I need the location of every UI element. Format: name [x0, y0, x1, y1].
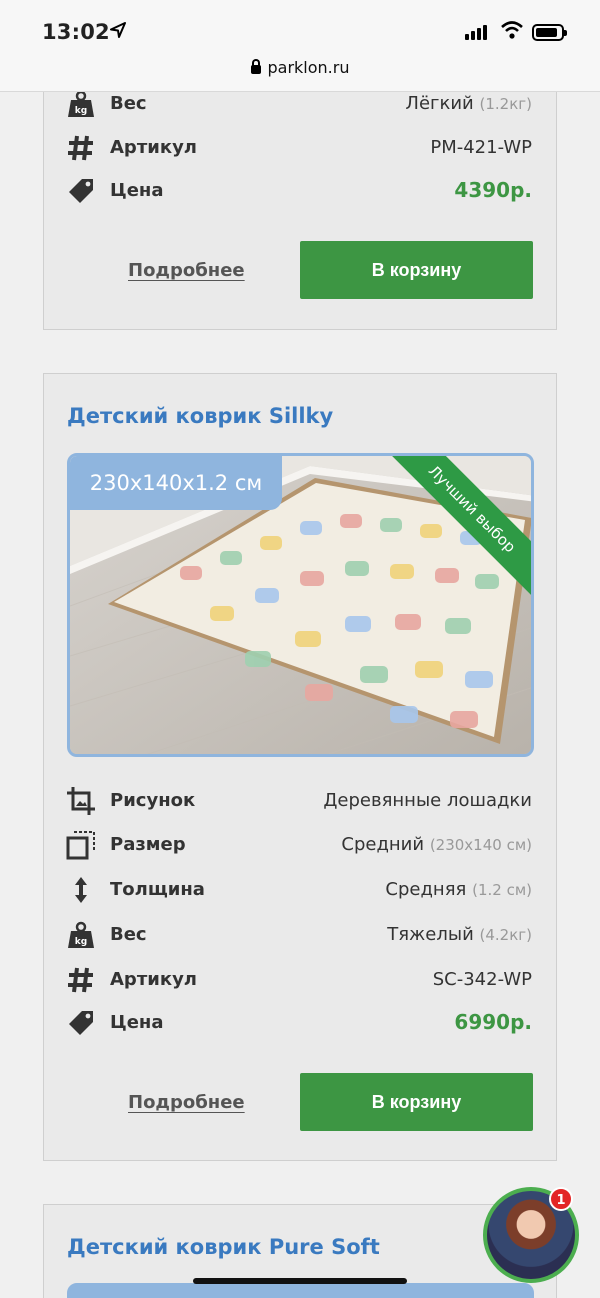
spec-row-size: Размер Средний (230x140 см): [66, 830, 532, 860]
product-title[interactable]: Детский коврик Sillky: [67, 404, 333, 428]
product-card: Детский коврик Sillky 230x140x1.2 см Луч…: [43, 373, 557, 1161]
url-text: parklon.ru: [267, 58, 350, 77]
wifi-icon: [501, 21, 523, 39]
spec-row-price: Цена 6990р.: [66, 1008, 532, 1038]
size-badge: 230x140x1.2 см: [70, 456, 282, 510]
spec-row-thickness: Толщина Средняя (1.2 см): [66, 875, 532, 905]
svg-text:kg: kg: [75, 106, 87, 116]
spec-row-price: Цена 4390р.: [66, 176, 532, 206]
price-tag-icon: [69, 179, 93, 203]
product-title[interactable]: Детский коврик Pure Soft: [67, 1235, 380, 1259]
thickness-arrows-icon: [75, 877, 87, 903]
weight-icon: kg: [68, 921, 94, 948]
hash-icon: [68, 967, 93, 993]
svg-text:kg: kg: [75, 937, 87, 947]
size-icon: [66, 831, 95, 860]
crop-image-icon: [67, 787, 95, 815]
unread-badge: 1: [549, 1187, 573, 1211]
details-link[interactable]: Подробнее: [128, 1092, 245, 1113]
status-bar: 13:02 parklon.ru: [0, 0, 600, 92]
location-arrow-icon: [110, 22, 126, 38]
home-indicator: [193, 1278, 407, 1284]
spec-row-weight: kg Вес Тяжелый (4.2кг): [66, 920, 532, 950]
weight-icon: kg: [68, 90, 94, 117]
spec-row-sku: Артикул PM-421-WP: [66, 133, 532, 163]
details-link[interactable]: Подробнее: [128, 260, 245, 281]
price-tag-icon: [69, 1011, 93, 1035]
clock: 13:02: [42, 20, 110, 44]
product-card: kg Вес Лёгкий (1.2кг) Артикул PM-421-WP …: [43, 60, 557, 330]
address-bar[interactable]: parklon.ru: [0, 58, 600, 77]
add-to-cart-button[interactable]: В корзину: [300, 1073, 533, 1131]
hash-icon: [68, 135, 93, 161]
chat-widget-button[interactable]: 1: [483, 1187, 579, 1283]
product-image[interactable]: [67, 1283, 534, 1298]
add-to-cart-button[interactable]: В корзину: [300, 241, 533, 299]
spec-row-pattern: Рисунок Деревянные лошадки: [66, 786, 532, 816]
product-image[interactable]: 230x140x1.2 см Лучший выбор: [67, 453, 534, 757]
spec-row-sku: Артикул SC-342-WP: [66, 965, 532, 995]
lock-icon: [250, 59, 261, 74]
battery-icon: [532, 24, 567, 41]
spec-row-weight: kg Вес Лёгкий (1.2кг): [66, 89, 532, 119]
